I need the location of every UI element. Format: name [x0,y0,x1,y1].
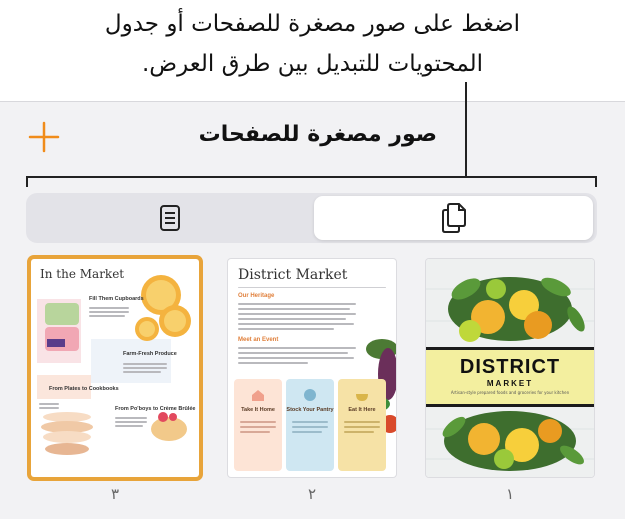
text-line [292,426,328,428]
table-of-contents-button[interactable] [30,196,309,240]
page-thumbnail-1[interactable]: DISTRICT MARKET Artisan-style prepared f… [426,259,594,477]
view-segmented-control [26,193,597,243]
callout-line-1: اضغط على صور مصغرة للصفحات أو جدول [104,11,521,37]
house-icon [252,390,264,401]
text-line [123,367,167,369]
page-2-title: District Market [238,267,348,283]
page-thumbnail-3[interactable]: In the Market Fill Them Cupboards Farm-F… [31,259,199,477]
text-line [240,421,276,423]
text-line [240,426,276,428]
page-number-3: ٣ [110,485,120,503]
cover-title-band: DISTRICT MARKET Artisan-style prepared f… [426,347,594,407]
callout-line-2: المحتويات للتبديل بين طرق العرض. [141,51,484,77]
pantry-icon [304,389,316,401]
section-heading: Meet an Event [238,337,279,343]
text-line [238,323,354,325]
text-line [89,311,129,313]
page-number-2: ٢ [307,485,317,503]
text-line [115,421,147,423]
page-thumbnails-button[interactable] [314,196,593,240]
text-line [115,425,143,427]
text-line [115,417,147,419]
card-stock-your-pantry: Stock Your Pantry [286,379,334,471]
section-heading: From Po'boys to Crème Brûlée [115,406,196,412]
text-line [238,357,354,359]
section-heading: Our Heritage [238,293,275,299]
callout-bracket [26,176,597,178]
pages-sidebar: صور مصغرة للصفحات DISTRICT MARKET Artisa… [0,101,625,519]
text-line [238,362,308,364]
text-line [238,328,334,330]
text-line [123,371,161,373]
text-line [344,431,374,433]
text-line [238,303,356,305]
text-line [344,426,380,428]
cover-tagline: Artisan-style prepared foods and groceri… [450,390,570,395]
card-take-it-home: Take It Home [234,379,282,471]
plus-icon [28,121,60,153]
callout-text: اضغط على صور مصغرة للصفحات أو جدول المحت… [0,4,625,84]
text-line [89,307,129,309]
text-line [238,347,356,349]
callout-bracket-left [26,176,28,187]
panel-title: صور مصغرة للصفحات [198,122,437,147]
page-thumbnails-icon [441,203,466,233]
cover-title: DISTRICT [459,356,561,378]
card-label: Eat It Here [348,407,376,413]
card-label: Take It Home [241,407,275,413]
text-line [238,308,350,310]
illustrations [37,275,191,455]
table-of-contents-icon [159,205,180,231]
bowl-icon [356,394,368,401]
text-line [39,403,59,405]
cover-page: DISTRICT MARKET Artisan-style prepared f… [426,259,594,477]
callout-bracket-right [595,176,597,187]
section-heading: Fill Them Cupboards [89,296,144,302]
section-heading: Farm-Fresh Produce [123,351,177,357]
text-line [344,421,380,423]
title-rule [238,287,386,288]
text-line [238,352,348,354]
card-label: Stock Your Pantry [286,407,334,413]
page-number-1: ١ [505,485,515,503]
text-line [292,431,322,433]
text-line [292,421,328,423]
add-page-button[interactable] [27,120,61,154]
text-line [89,315,125,317]
text-line [238,318,346,320]
text-line [240,431,270,433]
text-line [238,313,356,315]
card-eat-it-here: Eat It Here [338,379,386,471]
text-line [39,407,59,409]
page-thumbnail-2[interactable]: District Market Our Heritage Meet an Eve… [228,259,396,477]
callout-leader-line [465,82,467,176]
section-heading: From Plates to Cookbooks [49,386,119,392]
cover-subtitle: MARKET [486,379,534,388]
text-line [123,363,167,365]
